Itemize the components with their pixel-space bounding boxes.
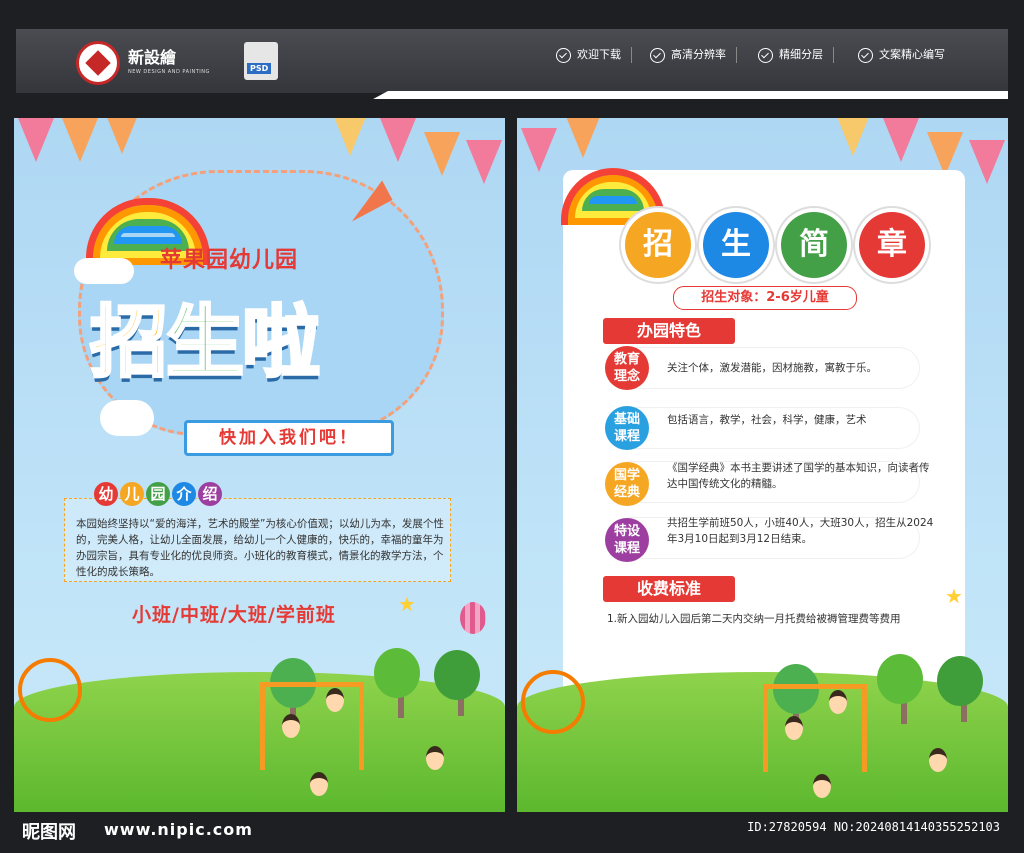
item-text: 《国学经典》本书主要讲述了国学的基本知识，向读者传达中国传统文化的精髓。 [667, 462, 930, 490]
check-circle-icon [858, 47, 873, 63]
check-circle-icon [758, 47, 773, 63]
check-circle-icon [556, 47, 571, 63]
item-label-circle: 特设 课程 [605, 518, 649, 562]
tree-icon [434, 650, 480, 700]
bunting-flag-icon [521, 128, 557, 172]
target-badge: 招生对象：2-6岁儿童 [673, 286, 857, 310]
intro-title: 幼儿园介绍 [94, 482, 224, 506]
headline-char: 招 [88, 297, 169, 390]
tree-icon [374, 648, 420, 698]
kid-icon [829, 690, 847, 714]
brand-name: 新設繪 [128, 48, 177, 67]
headline: 招生啦 [88, 280, 322, 392]
headline-char: 啦 [241, 297, 322, 390]
intro-text: 本园始终坚持以“爱的海洋，艺术的殿堂”为核心价值观；以幼儿为本，发展个性的，完美… [76, 518, 444, 578]
kid-icon [929, 748, 947, 772]
kid-icon [282, 714, 300, 738]
swing-set-icon [763, 684, 867, 772]
bunting-flag-icon [104, 118, 140, 154]
intro-title-char: 幼 [94, 482, 118, 506]
features-heading: 办园特色 [603, 318, 735, 344]
bunting-flag-icon [565, 118, 601, 158]
ferris-wheel-icon [18, 658, 82, 722]
bunting-flag-icon [380, 118, 416, 162]
psd-badge: PSD [247, 63, 272, 74]
kid-icon [310, 772, 328, 796]
brand-subtitle: NEW DESIGN AND PAINTING [128, 69, 210, 75]
star-icon: ★ [945, 584, 963, 608]
title-char-circle: 章 [859, 212, 925, 278]
ferris-wheel-icon [521, 670, 585, 734]
bunting-flag-icon [466, 140, 502, 184]
fees-text: 1.新入园幼儿入园后第二天内交纳一月托费给被褥管理费等费用 [607, 613, 901, 625]
feature-layers: 精细分层 [758, 45, 834, 65]
flyer-front: 苹果园幼儿园 招生啦 快加入我们吧！ 幼儿园介绍 本园始终坚持以“爱的海洋，艺术… [14, 118, 505, 812]
item-label-circle: 国学 经典 [605, 462, 649, 506]
bunting-flag-icon [62, 118, 98, 162]
feature-label: 精细分层 [779, 48, 823, 61]
bunting-flag-icon [424, 132, 460, 176]
bunting-flag-icon [883, 118, 919, 162]
item-label-circle: 教育 理念 [605, 346, 649, 390]
school-name: 苹果园幼儿园 [160, 248, 299, 273]
feature-label: 文案精心编写 [879, 48, 945, 61]
kid-icon [426, 746, 444, 770]
tree-icon [877, 654, 923, 704]
cloud-icon [100, 400, 154, 436]
slogan: 快加入我们吧！ [184, 420, 394, 456]
feature-label: 高清分辨率 [671, 48, 726, 61]
intro-title-char: 绍 [198, 482, 222, 506]
title-char-circle: 招 [625, 212, 691, 278]
tree-icon [937, 656, 983, 706]
footer: 昵图网 www.nipic.com ID:27820594 NO:2024081… [0, 812, 1024, 853]
kid-icon [813, 774, 831, 798]
site-url: www.nipic.com [104, 820, 253, 839]
star-icon: ★ [398, 592, 416, 616]
swing-set-icon [260, 682, 364, 770]
image-ids: ID:27820594 NO:20240814140355252103 [747, 820, 1000, 834]
kid-icon [785, 716, 803, 740]
feature-hd: 高清分辨率 [650, 45, 737, 65]
class-list: 小班/中班/大班/学前班 [132, 604, 336, 626]
kid-icon [326, 688, 344, 712]
site-name: 昵图网 [22, 822, 76, 843]
item-label-circle: 基础 课程 [605, 406, 649, 450]
bunting-flag-icon [969, 140, 1005, 184]
title-char-circle: 简 [781, 212, 847, 278]
intro-title-char: 儿 [120, 482, 144, 506]
bunting-flag-icon [332, 118, 368, 156]
item-text: 共招生学前班50人，小班40人，大班30人，招生从2024年3月10日起到3月1… [667, 517, 934, 545]
headline-char: 生 [165, 297, 246, 390]
check-circle-icon [650, 47, 665, 63]
item-text: 关注个体，激发潜能，因材施教，寓教于乐。 [667, 362, 877, 374]
fees-heading: 收费标准 [603, 576, 735, 602]
item-text: 包括语言，教学，社会，科学，健康，艺术 [667, 414, 867, 426]
feature-copy: 文案精心编写 [858, 45, 945, 65]
feature-download: 欢迎下载 [556, 45, 632, 65]
title-char-circle: 生 [703, 212, 769, 278]
brand-logo-icon [76, 41, 120, 85]
header-bar: 新設繪 NEW DESIGN AND PAINTING PSD 欢迎下载 高清分… [16, 29, 1008, 99]
intro-title-char: 园 [146, 482, 170, 506]
bunting-flag-icon [18, 118, 54, 162]
feature-label: 欢迎下载 [577, 48, 621, 61]
hot-air-balloon-icon [460, 602, 486, 634]
intro-title-char: 介 [172, 482, 196, 506]
flyer-back: 招 生 简 章 招生对象：2-6岁儿童 办园特色 教育 理念 关注个体，激发潜能，… [517, 118, 1008, 812]
bunting-flag-icon [835, 118, 871, 156]
psd-file-icon: PSD [244, 42, 278, 80]
